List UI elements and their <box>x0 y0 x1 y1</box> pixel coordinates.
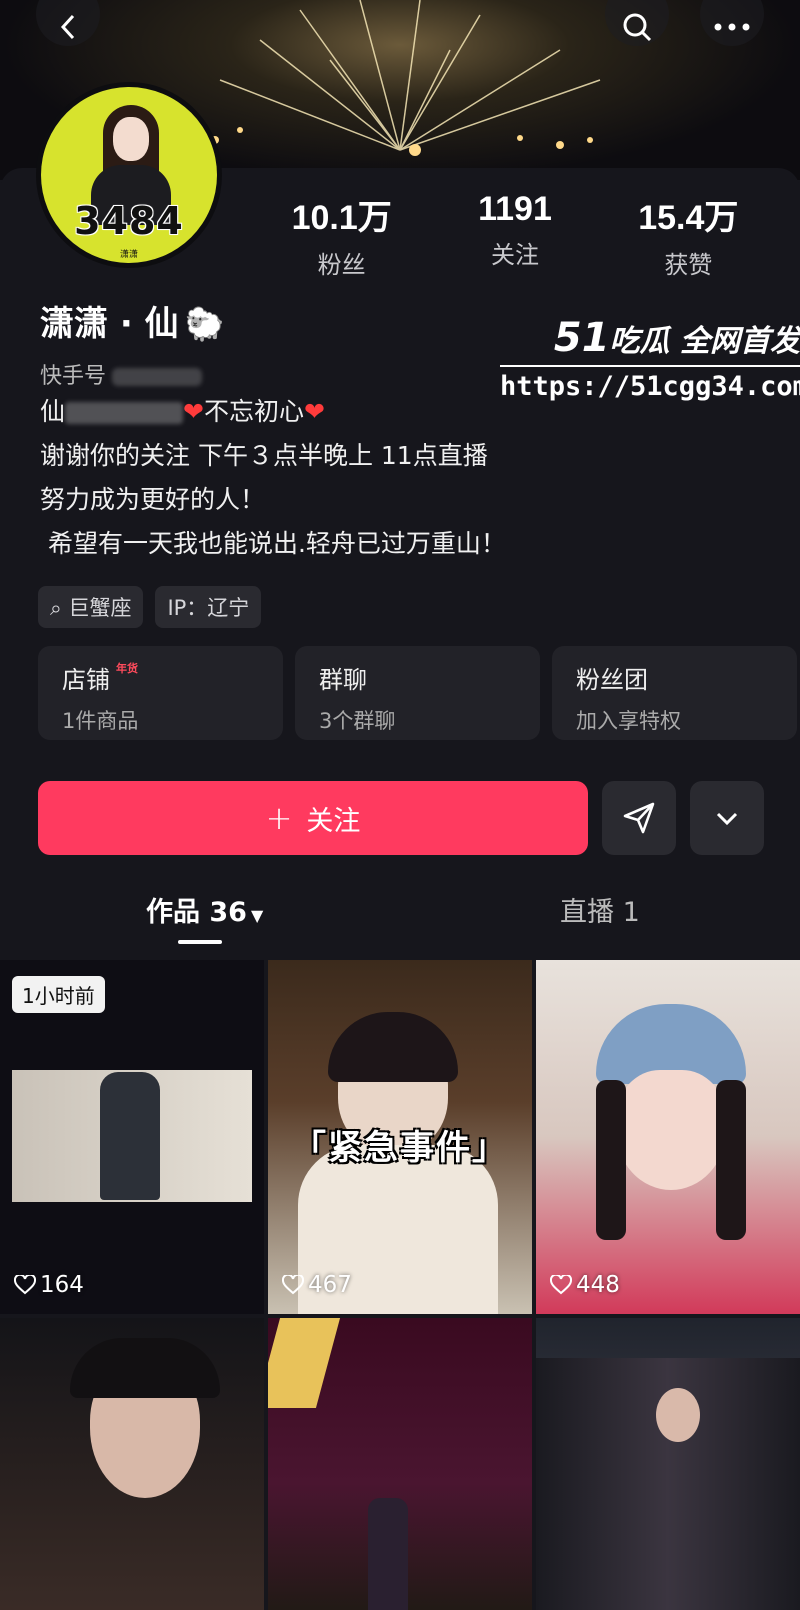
bio-line-1-prefix: 仙 <box>40 397 66 426</box>
blurred-text <box>65 402 184 424</box>
follow-button[interactable]: + 关注 <box>38 781 588 855</box>
like-count-value: 467 <box>308 1272 352 1298</box>
expand-button[interactable] <box>690 781 764 855</box>
caret-down-icon: ▼ <box>250 906 264 925</box>
heart-outline-icon <box>282 1275 304 1295</box>
send-message-button[interactable] <box>602 781 676 855</box>
watermark: 51吃瓜 全网首发 https://51cgg34.com <box>500 315 800 402</box>
video-tile[interactable] <box>536 1318 800 1610</box>
video-thumbnail-hair <box>328 1012 458 1082</box>
profile-bio: 仙 ❤不忘初心❤ 谢谢你的关注 下午３点半晚上 11点直播 努力成为更好的人！ 希… <box>40 390 506 566</box>
feature-title: 粉丝团 <box>576 666 648 694</box>
tag-label: IP：辽宁 <box>167 596 250 620</box>
like-count: 467 <box>282 1272 352 1298</box>
video-thumbnail-face <box>656 1388 700 1442</box>
avatar[interactable]: 3484 潇潇 <box>36 82 222 268</box>
feature-sub: 1件商品 <box>62 709 139 733</box>
bio-line-1: 仙 ❤不忘初心❤ <box>40 390 506 434</box>
video-tile[interactable] <box>268 1318 532 1610</box>
video-grid: 1小时前 164 「紧急事件」 467 448 <box>0 960 800 1610</box>
like-count: 164 <box>14 1272 84 1298</box>
profile-stats: 10.1万 粉丝 1191 关注 15.4万 获赞 <box>255 190 775 280</box>
bio-line-4: 希望有一天我也能说出.轻舟已过万重山！ <box>40 529 506 558</box>
search-icon <box>623 13 652 42</box>
feature-sub: 3个群聊 <box>319 709 396 733</box>
like-count-value: 164 <box>40 1272 84 1298</box>
stat-fans[interactable]: 10.1万 粉丝 <box>255 190 428 280</box>
avatar-illustration-face <box>113 117 149 161</box>
video-thumbnail-hair <box>716 1080 746 1240</box>
bio-line-1-suffix: 不忘初心 <box>203 397 304 426</box>
heart-outline-icon <box>14 1275 36 1295</box>
chevron-down-icon <box>716 812 738 826</box>
heart-outline-icon <box>550 1275 572 1295</box>
video-thumbnail-light <box>268 1318 341 1408</box>
video-thumbnail-hair <box>70 1338 220 1398</box>
tag-zodiac[interactable]: ⌕ 巨蟹座 <box>38 586 144 628</box>
search-icon: ⌕ <box>50 596 62 620</box>
follow-label: 关注 <box>306 805 361 837</box>
feature-title-text: 店铺 <box>62 666 110 694</box>
watermark-number: 51 <box>553 315 610 361</box>
blurred-id <box>112 368 203 386</box>
stat-likes[interactable]: 15.4万 获赞 <box>602 190 775 280</box>
video-tile[interactable]: 1小时前 164 <box>0 960 264 1314</box>
feature-group-chat[interactable]: 群聊 3个群聊 <box>295 646 540 740</box>
tab-active-indicator <box>178 940 222 944</box>
profile-tags: ⌕ 巨蟹座 IP：辽宁 <box>38 586 262 628</box>
time-badge: 1小时前 <box>12 976 105 1013</box>
feature-title: 店铺 年货 <box>62 660 259 695</box>
stat-following[interactable]: 1191 关注 <box>428 190 601 280</box>
bio-line-3: 努力成为更好的人！ <box>40 485 266 514</box>
more-horizontal-icon <box>714 23 750 31</box>
feature-cards: 店铺 年货 1件商品 群聊 3个群聊 粉丝团 加入享特权 <box>38 646 797 740</box>
profile-name-text: 潇潇 · 仙 <box>40 304 179 344</box>
shop-badge: 年货 <box>116 662 138 675</box>
stat-label: 关注 <box>490 241 539 269</box>
video-tile[interactable]: 448 <box>536 960 800 1314</box>
plus-icon: + <box>265 799 293 837</box>
video-thumbnail-figure <box>368 1498 408 1610</box>
tab-live[interactable]: 直播 1 <box>560 890 640 929</box>
tag-label: 巨蟹座 <box>68 596 132 620</box>
video-tile[interactable] <box>0 1318 264 1610</box>
avatar-image: 3484 潇潇 <box>41 87 217 263</box>
kuaishou-id[interactable]: 快手号 <box>40 358 203 390</box>
feature-shop[interactable]: 店铺 年货 1件商品 <box>38 646 283 740</box>
feature-fan-club[interactable]: 粉丝团 加入享特权 <box>552 646 797 740</box>
stat-label: 粉丝 <box>317 251 366 279</box>
feature-sub: 加入享特权 <box>576 709 681 733</box>
watermark-divider <box>500 365 800 367</box>
watermark-text: 吃瓜 全网首发 <box>609 324 800 359</box>
kuaishou-id-label: 快手号 <box>40 364 107 389</box>
stat-label: 获赞 <box>664 251 713 279</box>
chevron-left-icon <box>60 14 75 40</box>
tab-works-label: 作品 36 <box>146 897 247 928</box>
video-thumbnail-face <box>616 1070 726 1190</box>
video-thumbnail-figure <box>100 1072 160 1200</box>
tab-works[interactable]: 作品 36 ▼ <box>146 890 263 929</box>
stat-value: 1191 <box>478 190 552 228</box>
avatar-number: 3484 <box>74 199 184 243</box>
tag-ip: IP：辽宁 <box>155 586 262 628</box>
video-thumbnail-hair <box>596 1080 626 1240</box>
like-count: 448 <box>550 1272 620 1298</box>
heart-icon: ❤ <box>183 397 204 426</box>
watermark-url: https://51cgg34.com <box>500 371 800 402</box>
stat-value: 15.4万 <box>638 199 739 237</box>
stat-value: 10.1万 <box>291 199 392 237</box>
profile-name: 潇潇 · 仙 🐑 <box>40 296 224 345</box>
feature-title: 群聊 <box>319 666 367 694</box>
video-tile[interactable]: 「紧急事件」 467 <box>268 960 532 1314</box>
bio-line-2: 谢谢你的关注 下午３点半晚上 11点直播 <box>40 441 488 470</box>
send-icon <box>623 802 655 834</box>
overlay-caption: 「紧急事件」 <box>292 1128 508 1168</box>
watermark-title: 51吃瓜 全网首发 <box>500 315 800 361</box>
heart-icon: ❤ <box>303 397 325 426</box>
content-tabs: 作品 36 ▼ 直播 1 <box>0 878 800 958</box>
like-count-value: 448 <box>576 1272 620 1298</box>
avatar-subtext: 潇潇 <box>119 250 138 260</box>
sheep-icon: 🐑 <box>184 305 225 343</box>
